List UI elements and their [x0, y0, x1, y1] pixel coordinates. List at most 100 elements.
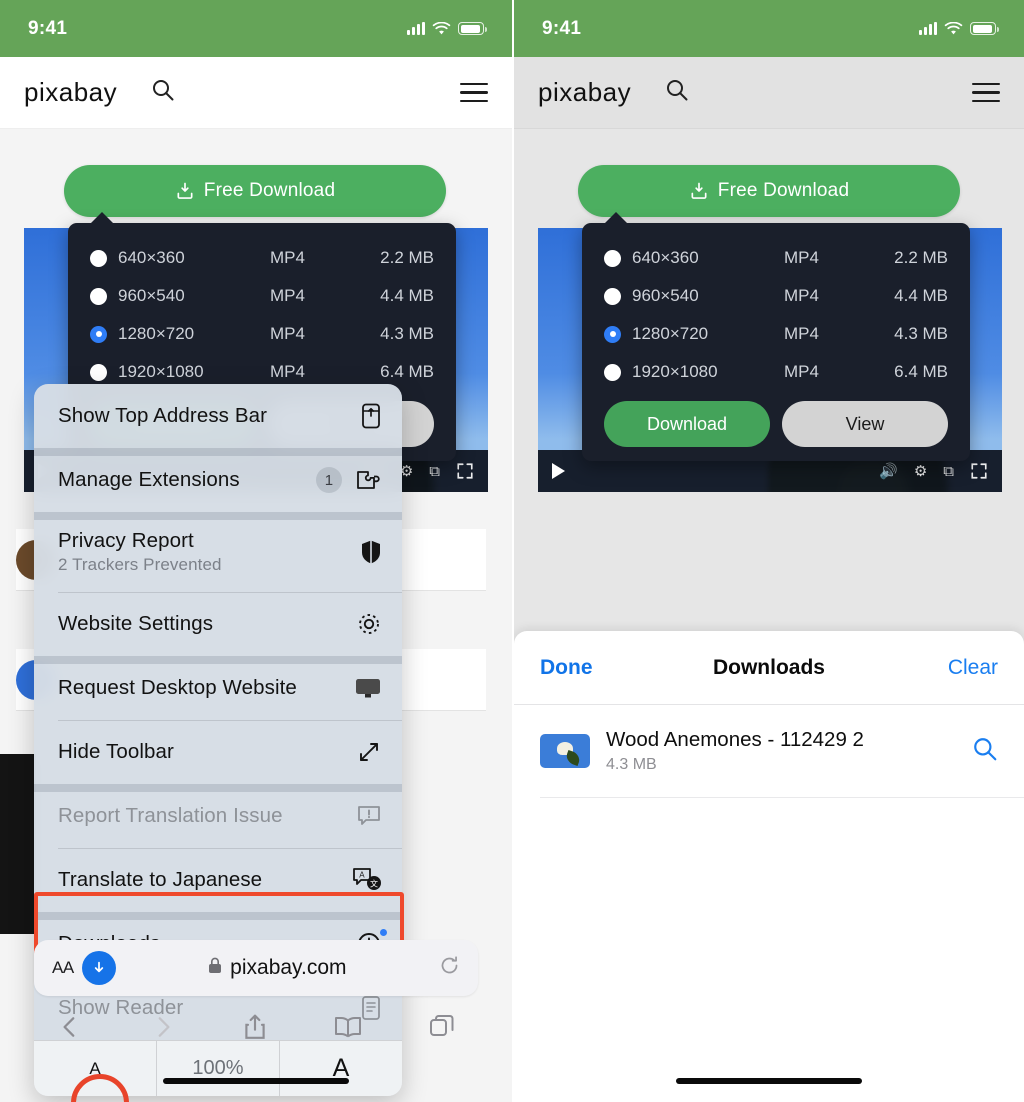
reload-icon[interactable]	[439, 955, 460, 982]
done-button[interactable]: Done	[540, 656, 593, 680]
option-size: 4.4 MB	[380, 286, 434, 305]
play-icon[interactable]	[552, 463, 565, 479]
fullscreen-icon[interactable]	[456, 462, 474, 480]
menu-item-request-desktop-website[interactable]: Request Desktop Website	[34, 656, 402, 720]
menu-item-privacy-report[interactable]: Privacy Report 2 Trackers Prevented	[34, 512, 402, 592]
svg-text:文: 文	[370, 879, 378, 889]
search-magnifier-icon[interactable]	[972, 736, 998, 767]
option-size: 4.3 MB	[894, 324, 948, 343]
download-list-item[interactable]: Wood Anemones - 112429 2 4.3 MB	[514, 705, 1024, 797]
radio-unselected[interactable]	[90, 287, 107, 305]
address-bar-center: pixabay.com	[116, 956, 439, 980]
download-tray-icon	[177, 182, 193, 199]
menu-item-website-settings[interactable]: Website Settings	[34, 592, 402, 656]
menu-item-trailing: A文	[352, 867, 382, 893]
free-download-label: Free Download	[203, 180, 336, 201]
download-arrow-icon[interactable]	[81, 951, 116, 985]
radio-unselected[interactable]	[604, 287, 621, 305]
menu-item-trailing	[360, 403, 382, 429]
menu-item-manage-extensions[interactable]: Manage Extensions 1	[34, 448, 402, 512]
download-item-text: Wood Anemones - 112429 2 4.3 MB	[606, 728, 956, 774]
option-format: MP4	[784, 324, 819, 343]
radio-unselected[interactable]	[90, 249, 107, 267]
download-option-row[interactable]: 1280×720 MP4 4.3 MB	[68, 315, 456, 353]
menu-item-trailing	[356, 739, 382, 765]
download-option-row[interactable]: 1920×1080 MP4 6.4 MB	[582, 353, 970, 391]
settings-icon[interactable]: ⚙	[914, 462, 927, 480]
downloads-sheet: Done Downloads Clear Wood Anemones - 112…	[514, 631, 1024, 1102]
pip-icon[interactable]: ⧉	[943, 463, 954, 480]
radio-selected[interactable]	[90, 325, 107, 343]
pip-icon[interactable]: ⧉	[429, 463, 440, 480]
bookmarks-book-icon[interactable]	[334, 1015, 362, 1044]
free-download-button[interactable]: Free Download	[64, 165, 446, 217]
radio-selected[interactable]	[604, 325, 621, 343]
option-format: MP4	[784, 362, 819, 381]
popup-download-button[interactable]: Download	[604, 401, 770, 447]
status-time: 9:41	[28, 17, 68, 39]
menu-item-label-block: Privacy Report 2 Trackers Prevented	[58, 529, 348, 575]
menu-item-hide-toolbar[interactable]: Hide Toolbar	[34, 720, 402, 784]
cellular-signal-icon	[407, 22, 425, 35]
puzzle-piece-icon	[354, 468, 382, 492]
wifi-icon	[432, 21, 451, 34]
search-icon[interactable]	[665, 78, 689, 107]
download-option-row[interactable]: 960×540 MP4 4.4 MB	[582, 277, 970, 315]
download-option-row[interactable]: 640×360 MP4 2.2 MB	[68, 239, 456, 277]
address-bar[interactable]: AA pixabay.com	[34, 940, 478, 996]
hamburger-icon[interactable]	[972, 82, 1000, 103]
menu-item-trailing: 1	[316, 467, 382, 493]
text-size-button[interactable]: AA	[52, 958, 74, 978]
home-indicator	[676, 1078, 862, 1084]
menu-item-label: Request Desktop Website	[58, 676, 297, 699]
site-header: pixabay	[0, 57, 512, 129]
menu-item-translate-to-japanese[interactable]: Translate to Japanese A文	[34, 848, 402, 912]
option-format: MP4	[784, 248, 819, 267]
share-icon[interactable]	[242, 1013, 268, 1046]
fullscreen-icon[interactable]	[970, 462, 988, 480]
pixabay-logo[interactable]: pixabay	[24, 77, 117, 108]
back-chevron-icon[interactable]	[57, 1014, 83, 1045]
hamburger-icon[interactable]	[460, 82, 488, 103]
cellular-signal-icon	[919, 22, 937, 35]
download-option-row[interactable]: 640×360 MP4 2.2 MB	[582, 239, 970, 277]
menu-item-label: Translate to Japanese	[58, 868, 263, 891]
option-format: MP4	[784, 286, 819, 305]
download-item-size: 4.3 MB	[606, 756, 657, 773]
menu-item-label: Show Top Address Bar	[58, 404, 268, 427]
svg-text:A: A	[359, 871, 365, 880]
wifi-icon	[944, 21, 963, 34]
address-bar-top-icon	[360, 403, 382, 429]
battery-icon	[970, 22, 999, 35]
radio-unselected[interactable]	[90, 363, 107, 381]
menu-item-show-top-address-bar[interactable]: Show Top Address Bar	[34, 384, 402, 448]
option-resolution: 1920×1080	[118, 362, 204, 381]
volume-icon[interactable]: 🔊	[879, 462, 898, 480]
menu-item-trailing	[356, 804, 382, 828]
menu-item-report-translation-issue[interactable]: Report Translation Issue	[34, 784, 402, 848]
radio-unselected[interactable]	[604, 363, 621, 381]
download-options-popup[interactable]: 640×360 MP4 2.2 MB 960×540 MP4 4.4 MB 12…	[582, 212, 970, 461]
option-resolution: 640×360	[632, 248, 699, 267]
battery-icon	[458, 22, 487, 35]
download-option-row[interactable]: 1280×720 MP4 4.3 MB	[582, 315, 970, 353]
search-icon[interactable]	[151, 78, 175, 107]
option-resolution: 960×540	[118, 286, 185, 305]
home-indicator	[163, 1078, 349, 1084]
popup-view-button[interactable]: View	[782, 401, 948, 447]
free-download-button[interactable]: Free Download	[578, 165, 960, 217]
radio-unselected[interactable]	[604, 249, 621, 267]
forward-chevron-icon[interactable]	[150, 1014, 176, 1045]
pixabay-logo[interactable]: pixabay	[538, 77, 631, 108]
menu-item-trailing	[360, 539, 382, 565]
tabs-icon[interactable]	[429, 1014, 455, 1045]
leaf-shape	[564, 749, 582, 767]
lock-icon	[208, 957, 222, 979]
clear-button[interactable]: Clear	[948, 656, 998, 680]
menu-item-label: Website Settings	[58, 612, 214, 635]
right-phone-screen: 9:41 pixabay Free Download 🔊 ⚙ ⧉ 640×360…	[512, 0, 1024, 1102]
download-option-row[interactable]: 960×540 MP4 4.4 MB	[68, 277, 456, 315]
dark-content-block	[0, 754, 36, 934]
status-indicators	[919, 21, 999, 36]
option-size: 4.3 MB	[380, 324, 434, 343]
